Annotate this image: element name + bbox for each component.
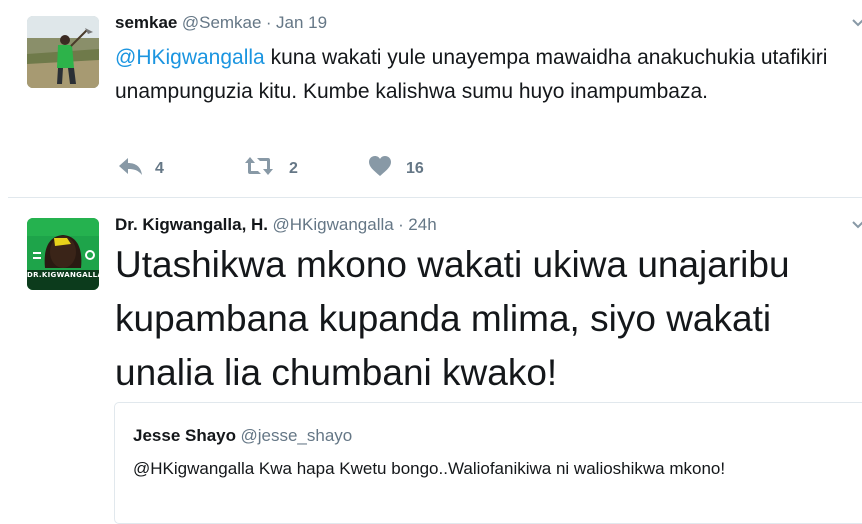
heart-icon	[369, 156, 391, 176]
timestamp[interactable]: Jan 19	[276, 13, 327, 32]
quoted-tweet-header: Jesse Shayo @jesse_shayo	[133, 426, 352, 446]
separator-dot: ·	[265, 13, 272, 32]
timestamp[interactable]: 24h	[408, 215, 436, 234]
reply-icon	[119, 158, 142, 175]
like-button[interactable]: 16	[368, 155, 438, 181]
tweet-text: Utashikwa mkono wakati ukiwa unajaribu k…	[115, 244, 790, 393]
retweet-count: 2	[289, 160, 298, 177]
avatar-caption: DR.KIGWANGALLA	[27, 271, 99, 279]
username[interactable]: @HKigwangalla	[273, 215, 394, 234]
tweet-stream: semkae @Semkae · Jan 19 @HKigwangalla ku…	[8, 0, 862, 524]
fullname[interactable]: semkae	[115, 13, 177, 32]
mention-link[interactable]: @HKigwangalla	[115, 46, 265, 69]
quoted-tweet-text: @HKigwangalla Kwa hapa Kwetu bongo..Wali…	[133, 459, 726, 478]
retweet-icon	[245, 157, 273, 175]
tweet[interactable]: DR.KIGWANGALLA Dr. Kigwangalla, H. @HKig…	[8, 198, 862, 524]
retweet-button[interactable]: 2	[244, 155, 304, 181]
reply-count: 4	[155, 160, 164, 177]
tweet-header: Dr. Kigwangalla, H. @HKigwangalla · 24h	[115, 215, 437, 235]
chevron-down-icon[interactable]	[852, 216, 862, 232]
avatar[interactable]	[27, 16, 99, 88]
reply-button[interactable]: 4	[118, 155, 178, 181]
avatar[interactable]: DR.KIGWANGALLA	[27, 218, 99, 290]
quoted-fullname: Jesse Shayo	[133, 426, 237, 445]
fullname[interactable]: Dr. Kigwangalla, H.	[115, 215, 268, 234]
like-count: 16	[406, 160, 424, 177]
chevron-down-icon[interactable]	[852, 14, 862, 30]
tweet[interactable]: semkae @Semkae · Jan 19 @HKigwangalla ku…	[8, 0, 862, 198]
tweet-text: @HKigwangalla kuna wakati yule unayempa …	[115, 41, 860, 109]
username[interactable]: @Semkae	[182, 13, 262, 32]
avatar-graphic	[27, 218, 99, 290]
quoted-username: @jesse_shayo	[240, 426, 353, 445]
separator-dot: ·	[398, 215, 404, 234]
quoted-tweet[interactable]: Jesse Shayo @jesse_shayo @HKigwangalla K…	[114, 402, 862, 524]
avatar-photo	[27, 16, 99, 88]
tweet-header: semkae @Semkae · Jan 19	[115, 13, 327, 33]
